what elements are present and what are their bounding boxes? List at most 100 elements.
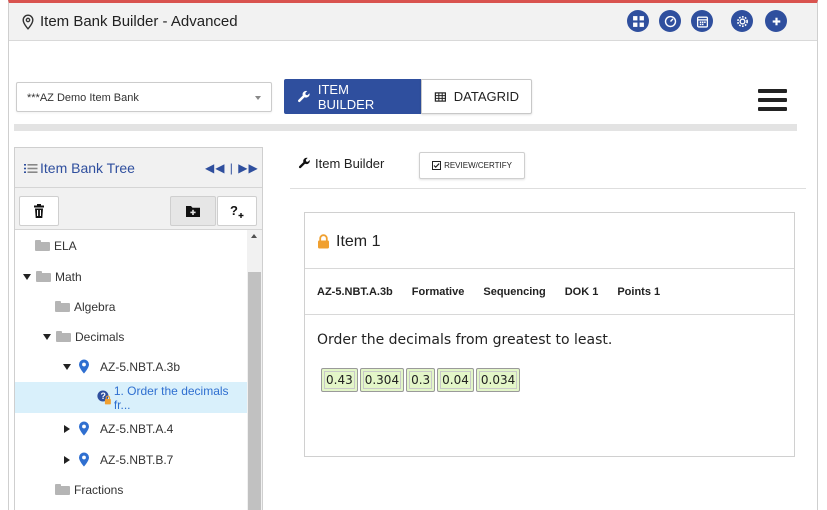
tree-node-label: Fractions xyxy=(74,482,124,497)
tree-node-question-1[interactable]: ? 1. Order the decimals fr... xyxy=(15,382,247,413)
tree-node-label: AZ-5.NBT.A.3b xyxy=(100,359,181,374)
tree-node-label: Algebra xyxy=(74,299,116,314)
sequencing-choices: 0.43 0.304 0.3 0.04 0.034 xyxy=(321,368,521,392)
tree-node-label: AZ-5.NBT.A.4 xyxy=(100,421,174,436)
folder-icon xyxy=(36,271,51,282)
choice-chip[interactable]: 0.43 xyxy=(321,368,358,392)
item-card-header: Item 1 xyxy=(305,213,794,269)
plus-icon xyxy=(772,17,780,25)
header-divider xyxy=(290,188,806,189)
calendar-button[interactable] xyxy=(691,10,713,32)
tab-datagrid[interactable]: DATAGRID xyxy=(421,79,532,114)
folder-icon xyxy=(55,301,70,312)
divider-bar xyxy=(14,124,797,131)
tree-node-decimals[interactable]: Decimals xyxy=(15,321,247,352)
tree-body: ELA Math Algebra Decimals AZ-5.NBT.A.3b … xyxy=(15,230,262,510)
item-card: Item 1 AZ-5.NBT.A.3b Formative Sequencin… xyxy=(304,212,795,457)
expand-toggle[interactable] xyxy=(62,455,72,464)
item-metadata: AZ-5.NBT.A.3b Formative Sequencing DOK 1… xyxy=(305,269,794,315)
tree-scrollbar[interactable] xyxy=(247,230,262,510)
grid-button[interactable] xyxy=(627,10,649,32)
lock-icon xyxy=(318,234,329,249)
locked-question-icon: ? xyxy=(97,390,111,405)
tree-node-az-5-nbt-b-7[interactable]: AZ-5.NBT.B.7 xyxy=(15,444,247,475)
expand-toggle[interactable] xyxy=(62,363,72,370)
add-folder-button[interactable] xyxy=(170,196,216,226)
map-pin-icon xyxy=(79,452,89,467)
tree-node-ela[interactable]: ELA xyxy=(15,230,247,261)
expand-toggle[interactable] xyxy=(42,333,52,340)
trash-icon xyxy=(34,204,44,218)
item-title: Item 1 xyxy=(336,233,381,250)
dashboard-button[interactable] xyxy=(659,10,681,32)
menu-icon[interactable] xyxy=(758,89,787,113)
gauge-icon xyxy=(664,15,676,27)
meta-type: Sequencing xyxy=(483,285,546,298)
expand-toggle[interactable] xyxy=(22,273,32,280)
caret-down-icon xyxy=(43,333,51,340)
map-pin-icon xyxy=(79,421,89,436)
tree-toolbar: ? xyxy=(15,188,262,230)
list-icon xyxy=(24,164,38,173)
tree-node-algebra[interactable]: Algebra xyxy=(15,291,247,322)
review-certify-label: REVIEW/CERTIFY xyxy=(444,161,512,170)
calendar-icon xyxy=(696,16,708,28)
item-builder-title: Item Builder xyxy=(315,156,385,171)
collapse-expand-arrows[interactable]: ◀◀ | ▶▶ xyxy=(205,161,259,175)
gear-icon xyxy=(736,15,748,27)
tree-node-math[interactable]: Math xyxy=(15,261,247,292)
tab-datagrid-label: DATAGRID xyxy=(453,89,519,104)
window-title: Item Bank Builder - Advanced xyxy=(40,13,238,30)
meta-dok: DOK 1 xyxy=(564,285,599,298)
delete-button[interactable] xyxy=(19,196,59,226)
tree-node-label: AZ-5.NBT.B.7 xyxy=(100,452,174,467)
review-certify-button[interactable]: REVIEW/CERTIFY xyxy=(419,152,525,179)
item-bank-tree-panel: Item Bank Tree ◀◀ | ▶▶ ? ELA Math Algebr… xyxy=(14,147,263,510)
wrench-icon xyxy=(298,157,310,169)
choice-chip[interactable]: 0.04 xyxy=(437,368,474,392)
add-question-icon: ? xyxy=(230,203,244,218)
scroll-up-arrow-icon[interactable] xyxy=(251,234,257,238)
location-pin-icon xyxy=(22,14,34,30)
meta-standard: AZ-5.NBT.A.3b xyxy=(317,285,393,298)
svg-text:?: ? xyxy=(230,203,238,218)
tree-node-label: Decimals xyxy=(75,329,125,344)
expand-toggle[interactable] xyxy=(62,424,72,433)
choice-chip[interactable]: 0.3 xyxy=(406,368,436,392)
tree-node-az-5-nbt-a-4[interactable]: AZ-5.NBT.A.4 xyxy=(15,413,247,444)
meta-purpose: Formative xyxy=(411,285,465,298)
item-bank-select[interactable]: ***AZ Demo Item Bank xyxy=(16,82,272,112)
folder-icon xyxy=(56,331,71,342)
caret-down-icon xyxy=(63,363,71,370)
caret-right-icon xyxy=(64,424,70,433)
meta-points: Points 1 xyxy=(617,285,661,298)
tree-node-label: Math xyxy=(55,269,82,284)
item-bank-select-value: ***AZ Demo Item Bank xyxy=(27,92,139,104)
add-folder-icon xyxy=(186,206,200,217)
tree-node-fractions[interactable]: Fractions xyxy=(15,474,247,505)
grid-icon xyxy=(632,15,644,27)
tree-node-az-5-nbt-a-3b[interactable]: AZ-5.NBT.A.3b xyxy=(15,351,247,382)
wrench-icon xyxy=(297,90,310,102)
settings-button[interactable] xyxy=(731,10,753,32)
scrollbar-thumb[interactable] xyxy=(248,272,261,510)
tab-item-builder-label: ITEM BUILDER xyxy=(317,81,375,112)
folder-icon xyxy=(35,240,50,251)
tree-panel-header: Item Bank Tree ◀◀ | ▶▶ xyxy=(15,148,262,188)
checkbox-icon xyxy=(432,161,442,170)
map-pin-icon xyxy=(79,359,89,374)
choice-chip[interactable]: 0.034 xyxy=(475,368,521,392)
title-bar: Item Bank Builder - Advanced xyxy=(9,3,817,41)
item-prompt: Order the decimals from greatest to leas… xyxy=(317,332,613,348)
choice-chip[interactable]: 0.304 xyxy=(359,368,405,392)
chevron-down-icon xyxy=(255,96,261,100)
item-builder-heading: Item Builder xyxy=(298,156,384,171)
add-button[interactable] xyxy=(765,10,787,32)
add-question-button[interactable]: ? xyxy=(217,196,257,226)
tab-item-builder[interactable]: ITEM BUILDER xyxy=(284,79,421,114)
caret-down-icon xyxy=(23,273,31,280)
table-icon xyxy=(434,91,446,102)
tree-panel-title: Item Bank Tree xyxy=(40,160,135,176)
folder-icon xyxy=(55,484,70,495)
tree-node-label: 1. Order the decimals fr... xyxy=(113,383,229,412)
